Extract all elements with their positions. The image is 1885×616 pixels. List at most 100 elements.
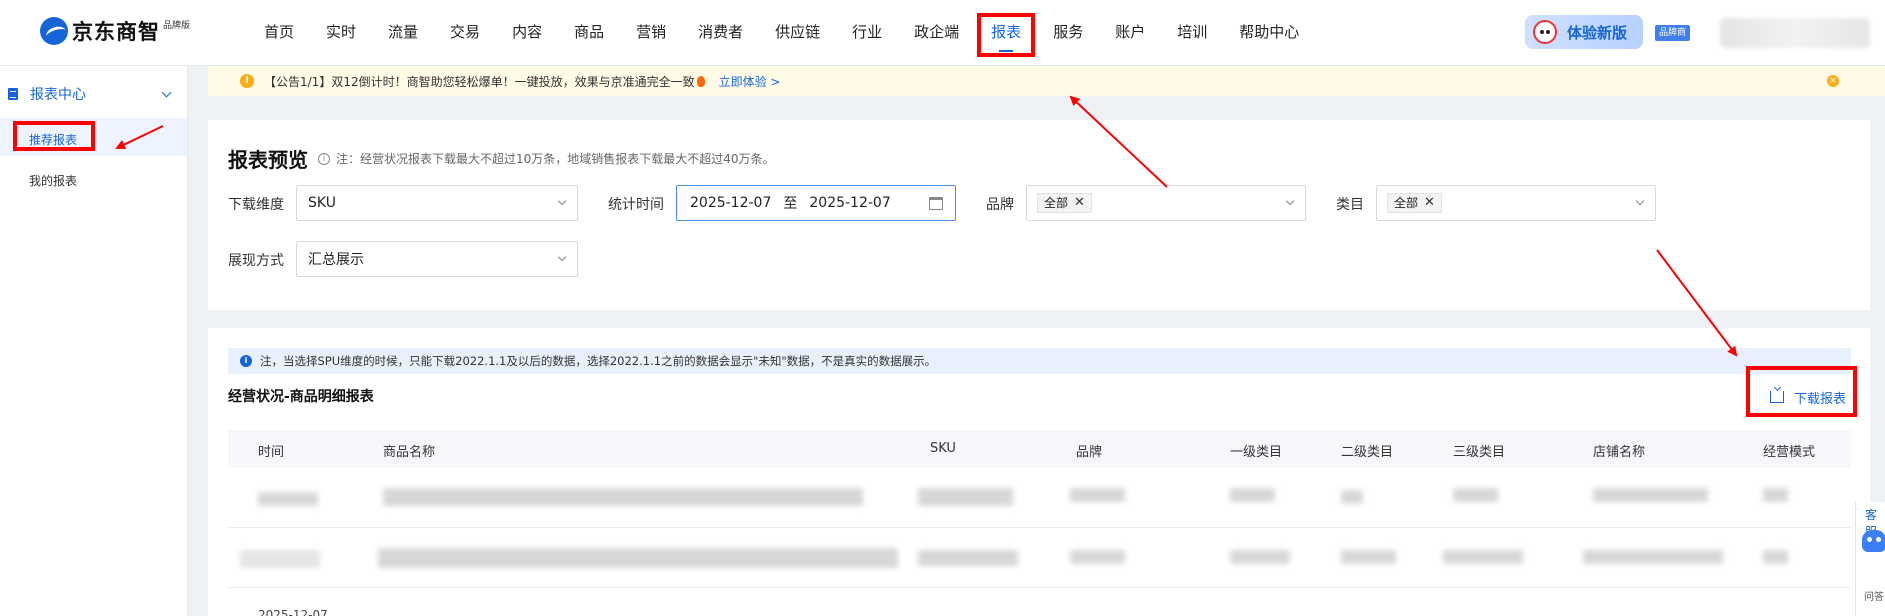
nav-item-7[interactable]: 消费者 bbox=[682, 0, 759, 66]
nav-item-13[interactable]: 账户 bbox=[1099, 0, 1161, 66]
nav-item-10[interactable]: 政企端 bbox=[898, 0, 975, 66]
brand-logo[interactable]: 京东商智 品牌版 bbox=[40, 16, 190, 46]
blurred-cell bbox=[240, 550, 320, 568]
info-icon: i bbox=[318, 152, 330, 165]
chevron-down-icon bbox=[557, 196, 567, 206]
robot-assistant-icon[interactable] bbox=[1862, 530, 1885, 552]
user-account-blurred[interactable] bbox=[1720, 18, 1870, 48]
nav-item-0[interactable]: 首页 bbox=[248, 0, 310, 66]
annotation-highlight-box bbox=[977, 13, 1036, 57]
sidebar-item-my-reports[interactable]: 我的报表 bbox=[29, 172, 77, 189]
announcement-text: 【公告1/1】双12倒计时！商智助您轻松爆单！一键投放，效果与京准通完全一致 bbox=[264, 73, 711, 90]
blurred-cell bbox=[1341, 550, 1396, 564]
nav-item-15[interactable]: 帮助中心 bbox=[1223, 0, 1315, 66]
preview-title: 报表预览 bbox=[228, 148, 308, 172]
blurred-cell bbox=[1443, 550, 1523, 564]
info-icon: i bbox=[240, 355, 252, 367]
nav-item-5[interactable]: 商品 bbox=[558, 0, 620, 66]
brand-label: 品牌 bbox=[986, 197, 1014, 213]
nav-item-1[interactable]: 实时 bbox=[310, 0, 372, 66]
nav-item-11[interactable]: 报表 bbox=[975, 0, 1037, 66]
date-end: 2025-12-07 bbox=[809, 195, 891, 211]
report-table-panel: i 注，当选择SPU维度的时候，只能下载2022.1.1及以后的数据，选择202… bbox=[208, 328, 1870, 616]
display-select[interactable]: 汇总展示 bbox=[296, 241, 578, 277]
blurred-cell bbox=[1230, 488, 1275, 502]
table-header: 时间 商品名称 SKU 品牌 一级类目 二级类目 三级类目 店铺名称 经营模式 bbox=[228, 430, 1851, 468]
fire-icon bbox=[696, 75, 705, 87]
chevron-down-icon bbox=[1285, 196, 1295, 206]
sidebar: 报表中心 推荐报表 我的报表 bbox=[0, 66, 188, 616]
category-tag[interactable]: 全部 ✕ bbox=[1387, 193, 1442, 213]
chevron-down-icon bbox=[1635, 196, 1645, 206]
report-section-title: 经营状况-商品明细报表 bbox=[228, 389, 374, 405]
jd-logo-icon bbox=[40, 17, 68, 45]
display-value: 汇总展示 bbox=[308, 252, 364, 268]
display-label: 展现方式 bbox=[228, 253, 284, 269]
dimension-label: 下载维度 bbox=[228, 197, 284, 213]
preview-note: i 注：经营状况报表下载最大不超过10万条，地域销售报表下载最大不超过40万条。 bbox=[318, 150, 775, 167]
annotation-highlight-box bbox=[1746, 366, 1857, 417]
cell-time: 2025-12-07 bbox=[258, 608, 328, 616]
role-badge: 品牌商 bbox=[1655, 25, 1691, 41]
warning-icon: ! bbox=[240, 74, 254, 88]
announcement-link[interactable]: 立即体验 > bbox=[719, 73, 781, 90]
chevron-down-icon bbox=[557, 252, 567, 262]
close-icon[interactable]: × bbox=[1827, 75, 1839, 87]
col-category-3: 三级类目 bbox=[1453, 445, 1506, 460]
nav-item-2[interactable]: 流量 bbox=[372, 0, 434, 66]
col-category-2: 二级类目 bbox=[1341, 445, 1394, 460]
col-sku: SKU bbox=[930, 441, 956, 456]
tag-close-icon[interactable]: ✕ bbox=[1424, 194, 1435, 212]
blurred-cell bbox=[1230, 550, 1290, 564]
date-label: 统计时间 bbox=[608, 197, 664, 213]
nav-item-3[interactable]: 交易 bbox=[434, 0, 496, 66]
category-label: 类目 bbox=[1336, 197, 1364, 213]
brand-name: 京东商智 bbox=[72, 20, 160, 44]
blurred-cell bbox=[1070, 488, 1125, 502]
col-shop-name: 店铺名称 bbox=[1593, 445, 1646, 460]
report-doc-icon bbox=[8, 88, 18, 100]
blurred-cell bbox=[1763, 488, 1788, 502]
col-time: 时间 bbox=[258, 445, 285, 460]
brand-select[interactable]: 全部 ✕ bbox=[1026, 185, 1306, 221]
table-row[interactable] bbox=[228, 528, 1851, 588]
table-row[interactable] bbox=[228, 468, 1851, 528]
blurred-cell bbox=[378, 548, 898, 568]
nav-item-6[interactable]: 营销 bbox=[620, 0, 682, 66]
blurred-cell bbox=[1593, 488, 1708, 502]
table-row[interactable]: 2025-12-07 bbox=[228, 588, 1851, 616]
sidebar-group-report-center[interactable]: 报表中心 bbox=[8, 82, 178, 106]
date-range-picker[interactable]: 2025-12-07 至 2025-12-07 bbox=[676, 185, 956, 221]
nav-item-14[interactable]: 培训 bbox=[1161, 0, 1223, 66]
ask-label[interactable]: 问答 bbox=[1864, 592, 1884, 604]
nav-item-12[interactable]: 服务 bbox=[1037, 0, 1099, 66]
sidebar-group-label: 报表中心 bbox=[30, 87, 86, 103]
date-start: 2025-12-07 bbox=[690, 195, 772, 211]
col-category-1: 一级类目 bbox=[1230, 445, 1283, 460]
try-new-version-button[interactable]: 体验新版 bbox=[1525, 15, 1643, 49]
date-separator: 至 bbox=[783, 196, 798, 212]
tag-close-icon[interactable]: ✕ bbox=[1074, 194, 1085, 212]
mascot-icon bbox=[1533, 20, 1557, 44]
dimension-select[interactable]: SKU bbox=[296, 185, 578, 221]
announcement-bar: ! 【公告1/1】双12倒计时！商智助您轻松爆单！一键投放，效果与京准通完全一致… bbox=[208, 66, 1885, 96]
nav-item-8[interactable]: 供应链 bbox=[759, 0, 836, 66]
col-product-name: 商品名称 bbox=[383, 445, 436, 460]
nav-item-9[interactable]: 行业 bbox=[836, 0, 898, 66]
top-navbar: 京东商智 品牌版 首页 实时 流量 交易 内容 商品 营销 消费者 供应链 行业 政企端 报表 服务 账户… bbox=[0, 0, 1885, 66]
try-new-version-label: 体验新版 bbox=[1567, 23, 1628, 42]
blurred-cell bbox=[1453, 488, 1498, 502]
brand-tag[interactable]: 全部 ✕ bbox=[1037, 193, 1092, 213]
chevron-down-icon bbox=[161, 87, 172, 97]
blurred-cell bbox=[918, 550, 1018, 566]
category-select[interactable]: 全部 ✕ bbox=[1376, 185, 1656, 221]
main-nav: 首页 实时 流量 交易 内容 商品 营销 消费者 供应链 行业 政企端 报表 服务 账户 培训 帮助中心 bbox=[248, 0, 1315, 66]
blurred-cell bbox=[258, 492, 318, 506]
spu-info-text: 注，当选择SPU维度的时候，只能下载2022.1.1及以后的数据，选择2022.… bbox=[260, 354, 937, 368]
spu-info-bar: i 注，当选择SPU维度的时候，只能下载2022.1.1及以后的数据，选择202… bbox=[228, 348, 1851, 374]
nav-item-4[interactable]: 内容 bbox=[496, 0, 558, 66]
blurred-cell bbox=[1763, 550, 1788, 564]
floating-help-widget[interactable]: 客服 问答 bbox=[1855, 502, 1885, 616]
col-brand: 品牌 bbox=[1076, 445, 1103, 460]
calendar-icon bbox=[929, 197, 943, 210]
